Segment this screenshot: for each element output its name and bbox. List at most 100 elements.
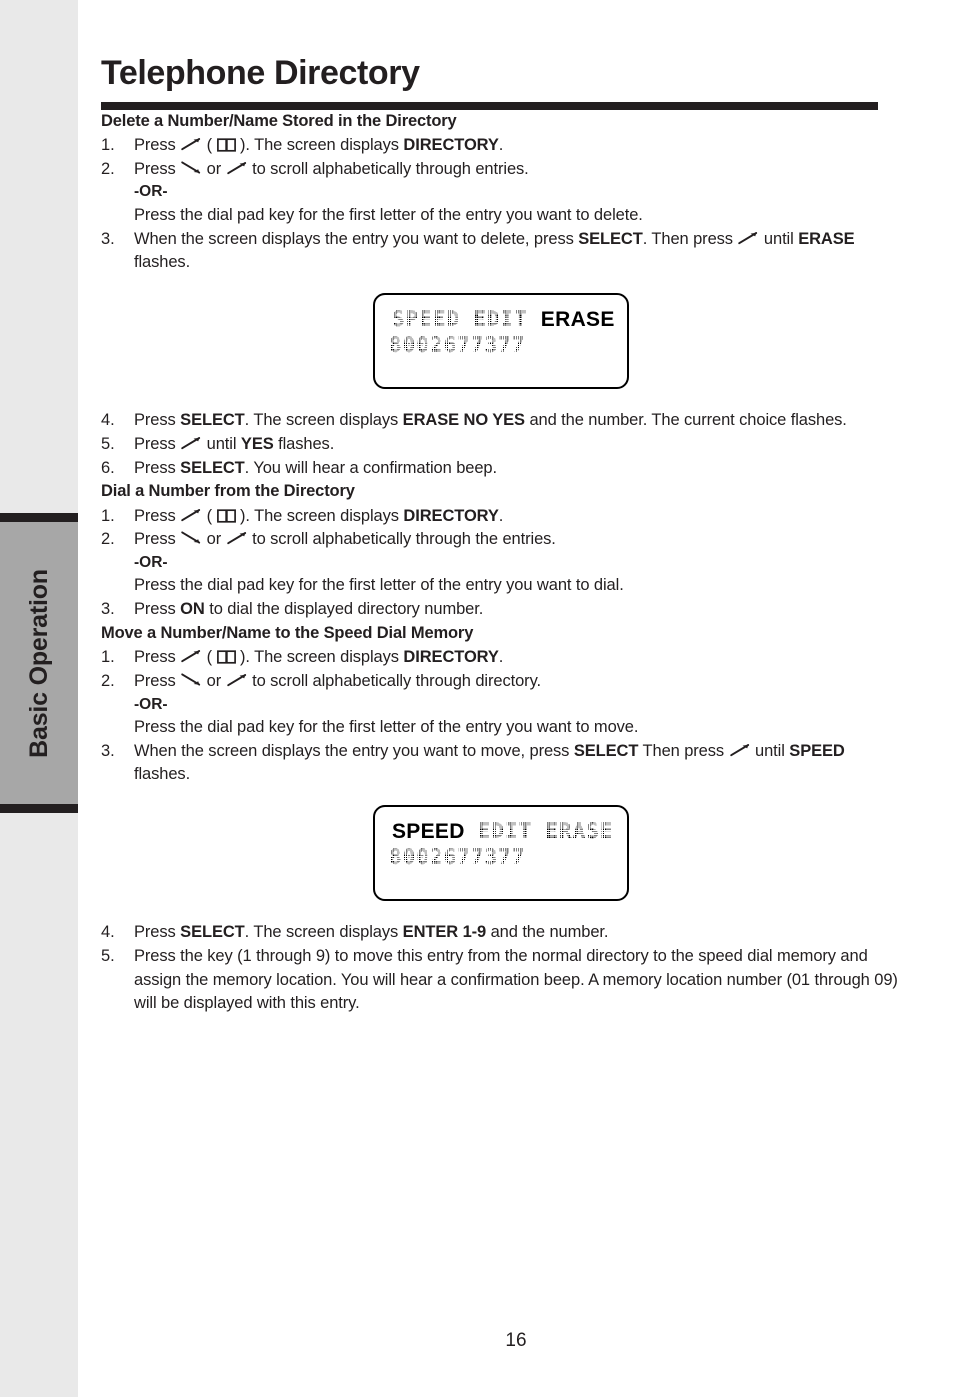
step-item: 2. Press or to scroll alphabetically thro… — [101, 670, 901, 740]
lcd-screen: SPEED EDIT ERASE 8002677377 — [373, 805, 629, 902]
page-number: 16 — [505, 1330, 527, 1351]
emphasis-term: SELECT — [180, 923, 245, 942]
step-text: Press ( ). The screen displays DIRECTORY… — [134, 648, 504, 667]
emphasis-term: ENTER 1-9 — [402, 923, 487, 942]
emphasis-term: DIRECTORY — [403, 648, 499, 667]
emphasis-term: SPEED — [789, 741, 845, 760]
emphasis-term: SELECT — [573, 741, 639, 760]
step-text: When the screen displays the entry you w… — [134, 229, 855, 272]
step-item: 5. Press until YES flashes. — [101, 433, 901, 457]
section-tab-label: Basic Operation — [24, 568, 53, 758]
step-number: 3. — [101, 600, 115, 619]
arrow-up-right-icon — [729, 742, 751, 758]
step-text: Press or to scroll alphabetically throug… — [134, 530, 556, 549]
emphasis-term: ERASE NO YES — [402, 411, 525, 430]
lcd-segment-dotmatrix: 8002677377 — [388, 331, 527, 360]
arrow-down-right-icon — [180, 160, 202, 176]
emphasis-term: DIRECTORY — [403, 506, 499, 525]
step-item: 1. Press ( ). The screen displays DIRECTO… — [101, 646, 901, 670]
lcd-segment-dotmatrix: 8002677377 — [388, 843, 527, 872]
step-number: 3. — [101, 229, 115, 248]
step-item: 1. Press ( ). The screen displays DIRECTO… — [101, 134, 901, 158]
arrow-up-right-icon — [180, 648, 202, 664]
step-number: 1. — [101, 135, 115, 154]
section-heading: Dial a Number from the Directory — [101, 482, 355, 501]
title-rule — [101, 101, 878, 110]
arrow-up-right-icon — [180, 507, 202, 523]
step-text: Press SELECT. The screen displays ERASE … — [134, 411, 847, 430]
step-item: 3. When the screen displays the entry you… — [101, 228, 901, 276]
emphasis-term: SELECT — [180, 411, 245, 430]
step-list: 1. Press ( ). The screen displays DIRECTO… — [101, 505, 901, 622]
step-number: 2. — [101, 530, 115, 549]
step-subtext: Press the dial pad key for the first let… — [134, 205, 643, 224]
step-number: 1. — [101, 648, 115, 667]
section-heading: Move a Number/Name to the Speed Dial Mem… — [101, 623, 474, 642]
lcd-segment-dotmatrix: EDIT — [472, 305, 529, 334]
section-heading: Delete a Number/Name Stored in the Direc… — [101, 111, 457, 130]
lcd-line: 8002677377 — [375, 331, 627, 360]
page-body: Telephone Directory Delete a Number/Name… — [78, 0, 954, 1397]
step-number: 2. — [101, 159, 115, 178]
lcd-segment-dotmatrix: SPEED — [391, 305, 462, 334]
lcd-display-speed: SPEED EDIT ERASE 8002677377 — [101, 805, 901, 902]
open-book-icon — [216, 649, 236, 665]
step-text: Press ON to dial the displayed directory… — [134, 600, 484, 619]
step-list: 4. Press SELECT. The screen displays ERAS… — [101, 409, 901, 480]
step-number: 5. — [101, 434, 115, 453]
edge-strip: Basic Operation — [0, 0, 78, 1397]
lcd-display-erase: SPEED EDIT ERASE 8002677377 — [101, 293, 901, 390]
lcd-line: SPEED EDIT ERASE — [375, 817, 627, 846]
lcd-segment-dotmatrix: ERASE — [544, 817, 615, 846]
step-item: 2. Press or to scroll alphabetically thro… — [101, 528, 901, 598]
emphasis-term: SELECT — [180, 458, 245, 477]
step-text: Press or to scroll alphabetically throug… — [134, 671, 541, 690]
content-column: Telephone Directory Delete a Number/Name… — [101, 0, 901, 1016]
arrow-up-right-icon — [226, 672, 248, 688]
step-list: 4. Press SELECT. The screen displays ENTE… — [101, 921, 901, 1016]
step-number: 4. — [101, 411, 115, 430]
step-item: 1. Press ( ). The screen displays DIRECTO… — [101, 505, 901, 529]
lcd-screen: SPEED EDIT ERASE 8002677377 — [373, 293, 629, 390]
open-book-icon — [216, 508, 236, 524]
step-number: 3. — [101, 741, 115, 760]
step-item: 4. Press SELECT. The screen displays ENTE… — [101, 921, 901, 945]
step-subtext: Press the dial pad key for the first let… — [134, 576, 624, 595]
arrow-down-right-icon — [180, 530, 202, 546]
step-item: 3. Press ON to dial the displayed directo… — [101, 598, 901, 622]
or-separator: -OR- — [134, 695, 168, 713]
step-text: Press until YES flashes. — [134, 434, 335, 453]
step-item: 4. Press SELECT. The screen displays ERAS… — [101, 409, 901, 433]
step-item: 6. Press SELECT. You will hear a confirma… — [101, 457, 901, 481]
step-item: 3. When the screen displays the entry you… — [101, 740, 901, 788]
section-tab-basic-operation: Basic Operation — [0, 513, 78, 813]
step-text: Press SELECT. The screen displays ENTER … — [134, 923, 609, 942]
step-item: 5. Press the key (1 through 9) to move th… — [101, 945, 901, 1016]
step-text: Press the key (1 through 9) to move this… — [134, 946, 898, 1013]
arrow-down-right-icon — [180, 672, 202, 688]
open-book-icon — [216, 137, 236, 153]
or-separator: -OR- — [134, 554, 168, 572]
step-list: 1. Press ( ). The screen displays DIRECTO… — [101, 646, 901, 787]
lcd-segment-active: SPEED — [392, 820, 465, 844]
emphasis-term: ERASE — [798, 229, 855, 248]
emphasis-term: DIRECTORY — [403, 135, 499, 154]
arrow-up-right-icon — [180, 136, 202, 152]
step-text: When the screen displays the entry you w… — [134, 741, 845, 784]
step-item: 2. Press or to scroll alphabetically thro… — [101, 158, 901, 228]
lcd-segment-dotmatrix: EDIT — [476, 817, 534, 846]
lcd-line: 8002677377 — [375, 843, 627, 872]
emphasis-term: YES — [240, 434, 274, 453]
sections-host: Delete a Number/Name Stored in the Direc… — [101, 110, 901, 1016]
step-number: 2. — [101, 671, 115, 690]
emphasis-term: ON — [180, 600, 205, 619]
arrow-up-right-icon — [226, 160, 248, 176]
arrow-up-right-icon — [737, 230, 759, 246]
step-list: 1. Press ( ). The screen displays DIRECTO… — [101, 134, 901, 275]
emphasis-term: SELECT — [578, 229, 643, 248]
step-text: Press SELECT. You will hear a confirmati… — [134, 458, 497, 477]
step-text: Press or to scroll alphabetically throug… — [134, 159, 529, 178]
page-title: Telephone Directory — [101, 54, 420, 92]
or-separator: -OR- — [134, 183, 168, 201]
step-number: 5. — [101, 946, 115, 965]
